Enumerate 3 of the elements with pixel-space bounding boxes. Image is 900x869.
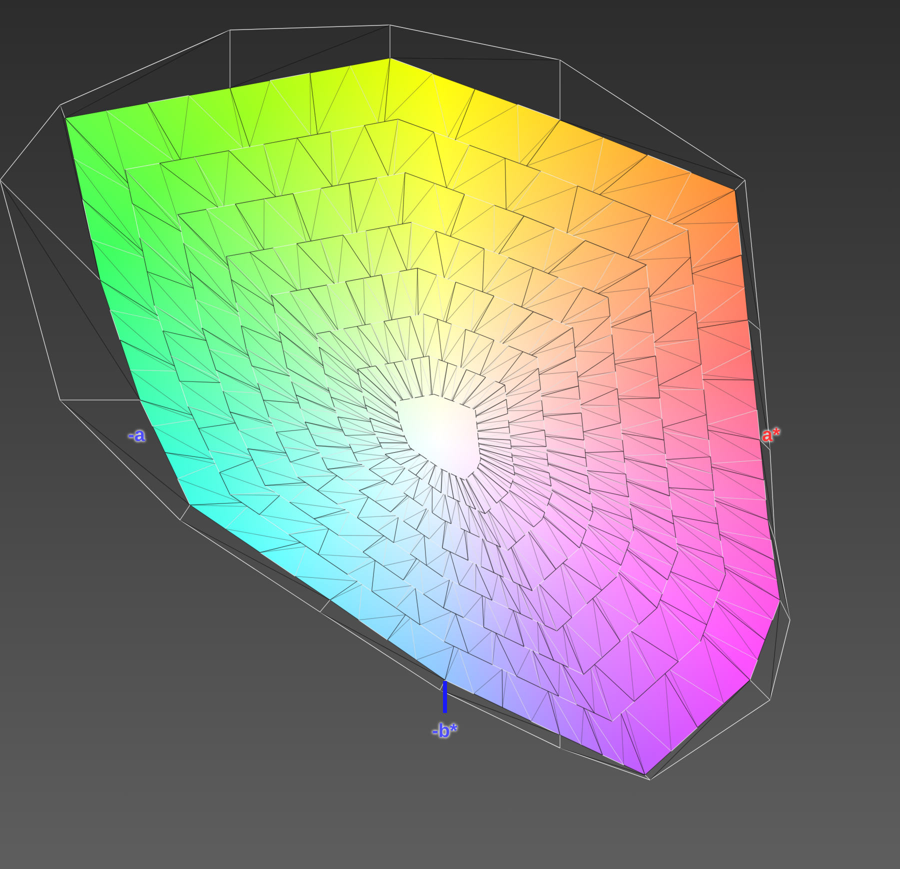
axis-label: -a bbox=[128, 426, 145, 445]
axis-tick bbox=[443, 681, 447, 713]
axis-label: -b* bbox=[432, 722, 458, 741]
